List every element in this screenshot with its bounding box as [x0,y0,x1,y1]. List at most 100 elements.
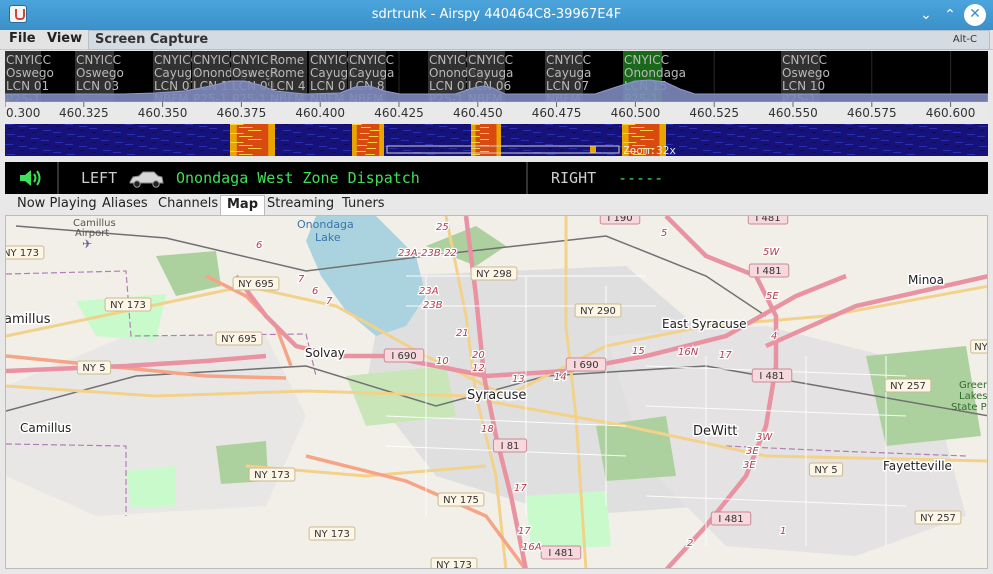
road-shield-label: NY 5 [814,465,837,476]
road-shield-label: NY 173 [436,560,472,569]
road-shield: NY 695 [215,331,263,346]
frequency-label: 460.475 [532,106,582,120]
maximize-icon[interactable]: ⌃ [939,4,961,26]
map-view[interactable]: Syracuse Solvay DeWitt East Syracuse Fay… [5,215,988,569]
left-channel-name: Onondaga West Zone Dispatch [176,169,420,187]
frequency-label: 460.425 [374,106,424,120]
place-green-lakes-3: State Pa [951,402,988,413]
channel-label-line: LCN 07 [546,79,589,93]
tab-streaming[interactable]: Streaming [261,195,340,215]
channel-label-line: CNYICC [624,53,669,67]
road-shield-label: NY 695 [221,334,257,345]
exit-number: 3E [743,460,756,471]
channel-label-line: Rome [270,66,304,80]
place-onondaga-lake-2: Lake [315,231,341,244]
title-bar: sdrtrunk - Airspy 440464C8-39967E4F ⌄ ⌃ … [0,0,993,30]
road-shield: NY 298 [470,266,518,281]
waterfall-display[interactable]: Zoom:32x [5,124,988,156]
road-shield: I 481 [747,216,789,225]
exit-number: 4 [771,331,777,342]
channel-label-line: Cayuga [349,66,394,80]
place-camillus-airport-2: Airport [75,228,109,239]
car-icon [129,171,164,188]
road-shield-label: I 481 [755,216,780,224]
screen-capture-label: Screen Capture [95,32,209,47]
road-shield-label: I 81 [501,441,520,452]
road-shield-label: NY [974,342,988,353]
road-shield-label: NY 175 [443,495,479,506]
road-shield-label: I 481 [759,371,784,382]
park-area [126,466,176,508]
map-canvas[interactable]: Syracuse Solvay DeWitt East Syracuse Fay… [6,216,988,569]
tab-tuners[interactable]: Tuners [336,195,391,215]
channel-label-line: CNYICC [6,53,51,67]
waterfall-cursor [590,146,596,153]
exit-number: 6 [312,286,318,297]
road-shield: I 481 [748,263,790,278]
place-dewitt: DeWitt [693,424,737,439]
exit-number: 17 [719,350,732,361]
place-camillus: Camillus [20,421,71,435]
road-shield-label: I 481 [548,548,573,559]
exit-number: 21 [456,328,469,339]
exit-number: 7 [326,296,333,307]
airport-icon: ✈ [82,237,92,251]
tab-aliases[interactable]: Aliases [96,195,154,215]
exit-number: 15 [632,346,645,357]
menu-file[interactable]: File [9,31,36,46]
channel-label-line: Rome [270,53,304,67]
tab-now-playing[interactable]: Now Playing [11,195,103,215]
road-shield: NY 290 [574,303,622,318]
speaker-icon[interactable] [19,169,43,187]
frequency-label: 460.525 [689,106,739,120]
road-shield-label: I 481 [718,514,743,525]
road-shield: I 481 [751,368,793,383]
road-shield: NY 5 [76,360,112,375]
road-shield: NY 175 [437,492,485,507]
road-shield-label: I 690 [573,360,598,371]
menu-screen-capture[interactable]: Screen Capture Alt-C [88,30,990,50]
road-shield-label: I 690 [391,351,416,362]
spectrum-display[interactable]: CNYICCOswegoLCN 01P25-1CNYICCOswegoLCN 0… [5,51,988,122]
close-icon[interactable]: ✕ [964,4,986,26]
tab-map[interactable]: Map [220,195,266,215]
channel-label-line: LCN 03 [76,79,119,93]
place-east-syracuse: East Syracuse [662,317,747,331]
road-shield: NY 173 [104,297,152,312]
waterfall-signal [230,124,275,156]
road-shield: I 190 [599,216,641,225]
channel-label-line: Oswego [6,66,54,80]
road-shield-label: NY 695 [238,279,274,290]
road-shield-label: NY 5 [82,363,105,374]
channel-label-line: LCN 01 [6,79,49,93]
place-onondaga-lake-1: Onondaga [297,218,354,231]
exit-number: 13 [512,374,525,385]
exit-number: 16A [522,542,542,553]
menu-view[interactable]: View [47,31,82,46]
channel-label-line: CNYICC [546,53,591,67]
road-shield: NY [970,339,988,354]
frequency-label: 460.350 [138,106,188,120]
frequency-label: 460.325 [59,106,109,120]
channel-label-line: Oswego [782,66,830,80]
exit-number: 20 [472,350,485,361]
road-shield: NY 173 [248,467,296,482]
road-shield: I 690 [565,357,607,372]
road-shield-label: NY 257 [920,513,956,524]
place-green-lakes-1: Green [959,380,988,391]
road-shield-label: NY 173 [254,470,290,481]
exit-number: 14 [554,372,567,383]
zoom-label: Zoom:32x [623,144,676,156]
exit-number: 17 [514,483,527,494]
tab-channels[interactable]: Channels [152,195,224,215]
frequency-label: 460.575 [847,106,897,120]
exit-number: 12 [472,363,485,374]
channel-label-line: CNYICC [468,53,513,67]
road-shield: I 481 [540,545,582,560]
channel-label-line: LCN 0 [310,79,346,93]
minimize-icon[interactable]: ⌄ [915,4,937,26]
exit-number: 5E [766,291,779,302]
exit-number: 6 [256,240,262,251]
road-shield-label: NY 173 [6,248,39,259]
exit-number: 25 [436,222,449,233]
